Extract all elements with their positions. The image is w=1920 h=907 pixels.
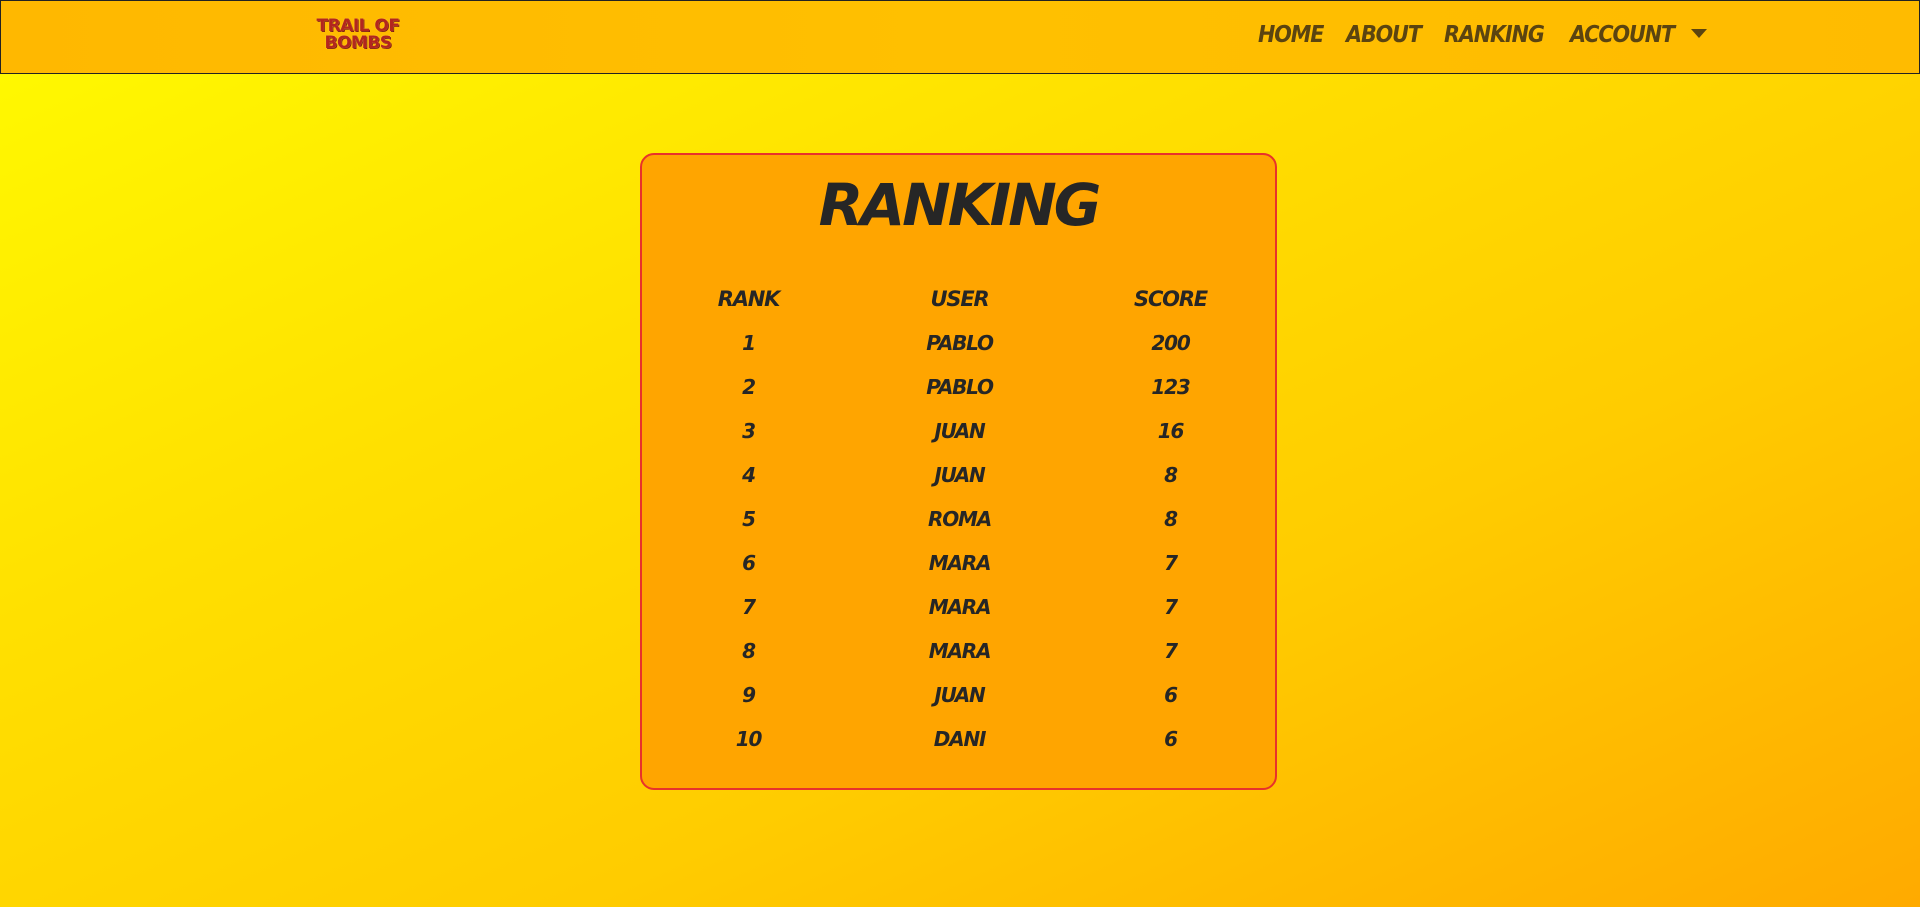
table-header-row: RANK USER SCORE <box>643 277 1276 321</box>
score-cell: 8 <box>1164 463 1178 487</box>
ranking-card: RANKING RANK USER SCORE 1 PABLO 200 2 PA… <box>640 153 1277 790</box>
rank-cell: 1 <box>742 331 756 355</box>
score-cell: 7 <box>1164 595 1178 619</box>
user-cell: MARA <box>928 551 992 575</box>
rank-cell: 9 <box>742 683 756 707</box>
rank-cell: 4 <box>742 463 756 487</box>
table-row: 6 MARA 7 <box>643 541 1276 585</box>
score-cell: 16 <box>1157 419 1185 443</box>
rank-cell: 8 <box>742 639 756 663</box>
table-row: 2 PABLO 123 <box>643 365 1276 409</box>
score-cell: 6 <box>1164 727 1178 751</box>
user-cell: MARA <box>928 639 992 663</box>
table-row: 1 PABLO 200 <box>643 321 1276 365</box>
page-title: RANKING <box>818 171 1102 239</box>
table-row: 5 ROMA 8 <box>643 497 1276 541</box>
table-row: 3 JUAN 16 <box>643 409 1276 453</box>
user-cell: MARA <box>928 595 992 619</box>
nav-menu: HOME ABOUT RANKING ACCOUNT <box>1258 19 1708 51</box>
score-cell: 6 <box>1164 683 1178 707</box>
rank-cell: 6 <box>742 551 756 575</box>
rank-cell: 10 <box>735 727 763 751</box>
column-header-user: USER <box>930 287 990 311</box>
table-row: 8 MARA 7 <box>643 629 1276 673</box>
table-row: 4 JUAN 8 <box>643 453 1276 497</box>
user-cell: PABLO <box>926 375 994 399</box>
score-cell: 8 <box>1164 507 1178 531</box>
score-cell: 123 <box>1151 375 1190 399</box>
score-cell: 200 <box>1151 331 1190 355</box>
brand-logo[interactable]: TRAIL OF BOMBS <box>313 18 403 52</box>
account-dropdown-label: ACCOUNT <box>1569 22 1675 48</box>
nav-about-link[interactable]: ABOUT <box>1346 19 1422 51</box>
user-cell: JUAN <box>934 683 985 707</box>
rank-cell: 7 <box>742 595 756 619</box>
brand-logo-line2: BOMBS <box>324 33 392 53</box>
score-cell: 7 <box>1164 551 1178 575</box>
nav-ranking-link[interactable]: RANKING <box>1444 19 1545 51</box>
score-cell: 7 <box>1164 639 1178 663</box>
rank-cell: 5 <box>742 507 756 531</box>
rank-cell: 2 <box>742 375 756 399</box>
table-row: 10 DANI 6 <box>643 717 1276 761</box>
ranking-table: RANK USER SCORE 1 PABLO 200 2 PABLO 123 … <box>643 277 1276 761</box>
user-cell: JUAN <box>934 463 985 487</box>
column-header-score: SCORE <box>1134 287 1208 311</box>
caret-down-icon <box>1691 28 1708 38</box>
user-cell: JUAN <box>934 419 985 443</box>
nav-home-link[interactable]: HOME <box>1258 19 1324 51</box>
table-row: 9 JUAN 6 <box>643 673 1276 717</box>
user-cell: DANI <box>933 727 987 751</box>
rank-cell: 3 <box>742 419 756 443</box>
table-row: 7 MARA 7 <box>643 585 1276 629</box>
account-dropdown[interactable]: ACCOUNT <box>1570 19 1708 51</box>
navbar: TRAIL OF BOMBS HOME ABOUT RANKING ACCOUN… <box>0 0 1920 74</box>
user-cell: PABLO <box>926 331 994 355</box>
user-cell: ROMA <box>928 507 992 531</box>
column-header-rank: RANK <box>717 287 781 311</box>
